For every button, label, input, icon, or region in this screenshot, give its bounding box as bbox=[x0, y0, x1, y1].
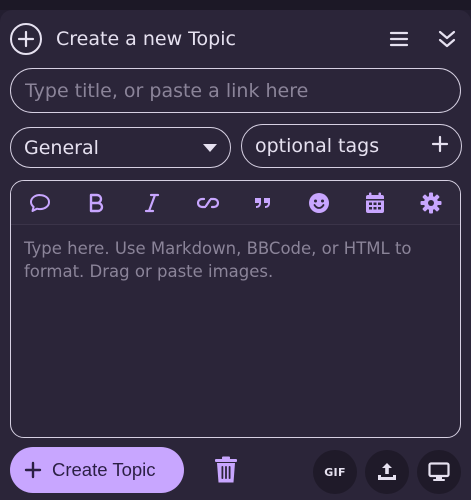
quote-icon[interactable] bbox=[248, 188, 278, 218]
gif-label: GIF bbox=[324, 465, 346, 479]
emoji-icon[interactable] bbox=[304, 188, 334, 218]
calendar-icon[interactable] bbox=[360, 188, 390, 218]
composer-header: Create a new Topic bbox=[10, 22, 461, 56]
preview-button[interactable] bbox=[417, 450, 461, 494]
create-topic-label: Create Topic bbox=[52, 459, 156, 480]
italic-icon[interactable] bbox=[137, 188, 167, 218]
speech-bubble-icon[interactable] bbox=[25, 188, 55, 218]
editor-textarea[interactable]: Type here. Use Markdown, BBCode, or HTML… bbox=[11, 225, 460, 295]
monitor-icon bbox=[428, 462, 450, 481]
gif-button[interactable]: GIF bbox=[313, 450, 357, 494]
composer-title: Create a new Topic bbox=[56, 28, 236, 50]
plus-icon bbox=[24, 461, 42, 479]
gear-icon[interactable] bbox=[416, 188, 446, 218]
link-icon[interactable] bbox=[193, 188, 223, 218]
upload-icon bbox=[378, 463, 396, 480]
upload-button[interactable] bbox=[365, 450, 409, 494]
editor: Type here. Use Markdown, BBCode, or HTML… bbox=[10, 180, 461, 438]
category-selected: General bbox=[24, 136, 99, 159]
plus-icon bbox=[431, 135, 449, 157]
bold-icon[interactable] bbox=[81, 188, 111, 218]
double-chevron-down-icon[interactable] bbox=[433, 25, 461, 53]
circle-plus-icon[interactable] bbox=[10, 23, 42, 55]
hamburger-icon[interactable] bbox=[385, 25, 413, 53]
composer-footer: Create Topic GIF bbox=[0, 447, 471, 494]
top-strip bbox=[0, 0, 471, 10]
category-select[interactable]: General bbox=[10, 127, 231, 168]
editor-toolbar bbox=[11, 181, 460, 225]
create-topic-button[interactable]: Create Topic bbox=[10, 447, 184, 493]
topic-title-input[interactable] bbox=[10, 68, 461, 113]
trash-icon[interactable] bbox=[210, 453, 242, 487]
tags-placeholder: optional tags bbox=[255, 135, 380, 157]
caret-down-icon bbox=[202, 138, 218, 157]
tags-selector[interactable]: optional tags bbox=[241, 124, 462, 168]
